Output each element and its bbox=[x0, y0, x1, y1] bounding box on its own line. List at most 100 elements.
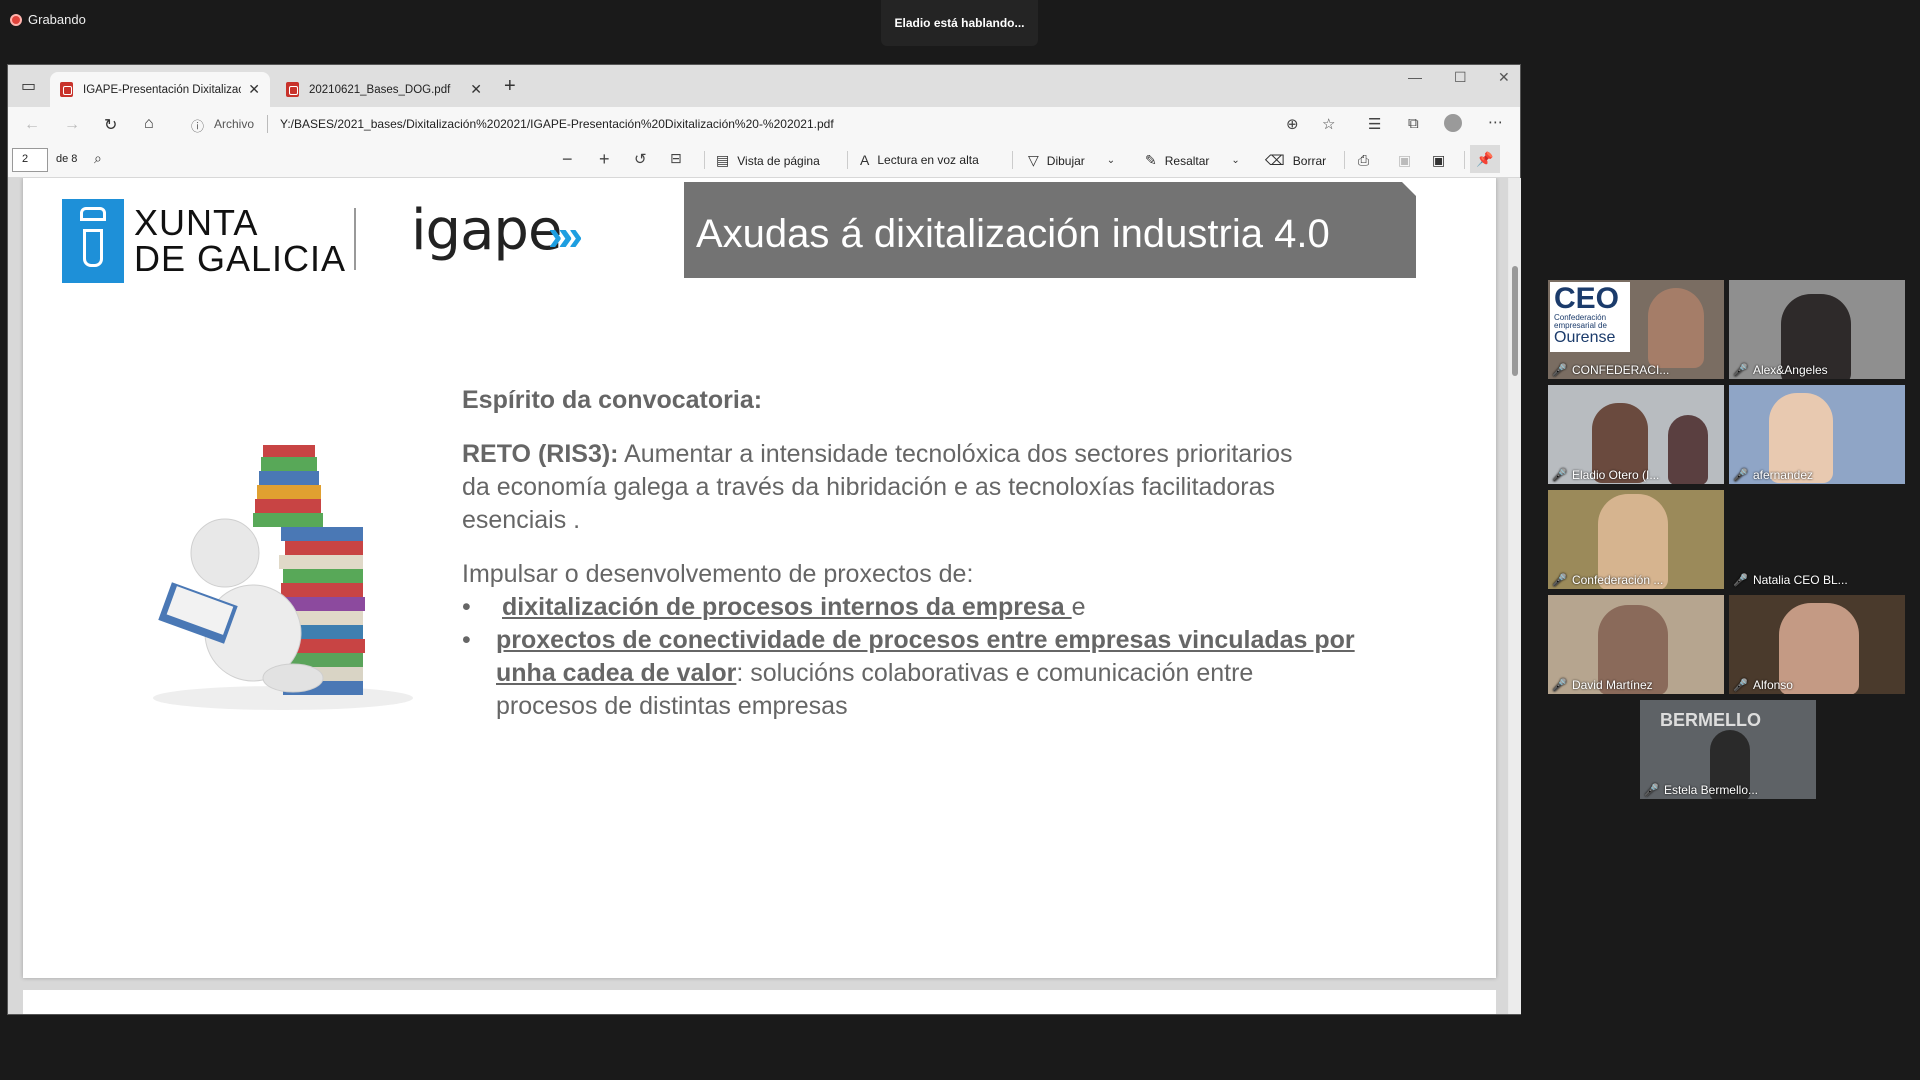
tab-bases-dog[interactable]: 20210621_Bases_DOG.pdf ✕ bbox=[276, 72, 492, 107]
rotate-icon[interactable]: ↺ bbox=[634, 150, 647, 168]
highlight-button[interactable]: ✎ Resaltar ⌄ bbox=[1145, 152, 1240, 169]
pdf-icon bbox=[60, 82, 73, 97]
favorites-icon[interactable]: ☰ bbox=[1368, 115, 1381, 133]
muted-mic-icon: 🎤 bbox=[1552, 573, 1567, 587]
page-view-icon: ▤ bbox=[716, 152, 730, 168]
collections-icon[interactable]: ⧉ bbox=[1408, 115, 1419, 132]
draw-label: Dibujar bbox=[1046, 153, 1085, 168]
pdf-icon bbox=[286, 82, 299, 97]
impulsar-text: Impulsar o desenvolvemento de proxectos … bbox=[462, 560, 974, 588]
tab-actions-icon[interactable]: ▭ bbox=[21, 76, 36, 96]
draw-button[interactable]: ▽ Dibujar ⌄ bbox=[1028, 152, 1115, 169]
participant-name-label: Estela Bermello... bbox=[1663, 783, 1758, 797]
participant-name: 🎤 Confederación ... bbox=[1552, 573, 1663, 587]
fit-page-icon[interactable]: ⊟ bbox=[670, 150, 682, 167]
read-aloud-icon: A bbox=[860, 152, 870, 168]
site-info-label[interactable]: Archivo bbox=[214, 117, 254, 131]
divider bbox=[847, 151, 848, 169]
reto-text: da economía galega a través da hibridaci… bbox=[462, 473, 1276, 501]
page-view-label: Vista de página bbox=[737, 153, 820, 168]
ceo-logo: CEO Confederación empresarial de Ourense bbox=[1550, 282, 1630, 352]
zoom-out-icon[interactable]: − bbox=[562, 149, 573, 170]
participant-tile[interactable]: 🎤 afernandez bbox=[1729, 385, 1905, 484]
maximize-icon[interactable]: ☐ bbox=[1454, 69, 1467, 86]
close-tab-icon[interactable]: ✕ bbox=[248, 81, 260, 98]
participant-tile[interactable]: BERMELLO 🎤 Estela Bermello... bbox=[1640, 700, 1816, 799]
pdf-viewport: XUNTA DE GALICIA igape »» Axudas á dixit… bbox=[8, 178, 1508, 1014]
back-icon[interactable]: ← bbox=[24, 116, 40, 134]
ceo-logo-line: Ourense bbox=[1554, 329, 1616, 346]
recording-label: Grabando bbox=[28, 12, 86, 27]
muted-mic-icon: 🎤 bbox=[1552, 363, 1567, 377]
zoom-icon[interactable]: ⊕ bbox=[1286, 115, 1299, 133]
bullet-bold-text: proxectos de conectividade de procesos e… bbox=[496, 626, 1355, 654]
muted-mic-icon: 🎤 bbox=[1733, 678, 1748, 692]
muted-mic-icon: 🎤 bbox=[1733, 363, 1748, 377]
muted-mic-icon: 🎤 bbox=[1552, 468, 1567, 482]
reto-text: Aumentar a intensidade tecnolóxica dos s… bbox=[618, 440, 1293, 468]
participant-name-label: afernandez bbox=[1752, 468, 1813, 482]
forward-icon[interactable]: → bbox=[64, 116, 80, 134]
scrollbar-thumb[interactable] bbox=[1512, 266, 1518, 376]
slide-title-banner: Axudas á dixitalización industria 4.0 bbox=[684, 182, 1416, 278]
save-as-icon[interactable]: ▣ bbox=[1432, 152, 1445, 169]
bullet-text: : solucións colaborativas e comunicación… bbox=[736, 659, 1254, 687]
more-icon[interactable]: ⋯ bbox=[1488, 113, 1503, 131]
participant-name: 🎤 David Martínez bbox=[1552, 678, 1653, 692]
participant-name-label: Confederación ... bbox=[1571, 573, 1664, 587]
chevron-down-icon[interactable]: ⌄ bbox=[1107, 155, 1115, 166]
read-aloud-button[interactable]: A Lectura en voz alta bbox=[860, 152, 979, 168]
participant-name-label: Alex&Angeles bbox=[1752, 363, 1828, 377]
erase-button[interactable]: ⌫ Borrar bbox=[1265, 152, 1326, 169]
participant-name-label: CONFEDERACI... bbox=[1571, 363, 1670, 377]
participant-tile[interactable]: 🎤 Alex&Angeles bbox=[1729, 280, 1905, 379]
page-count: de 8 bbox=[56, 153, 78, 165]
pin-toolbar-icon[interactable]: 📌 bbox=[1470, 145, 1500, 173]
print-icon[interactable]: ⎙ bbox=[1358, 152, 1369, 169]
info-icon[interactable]: ⓘ bbox=[191, 116, 204, 135]
url-field[interactable]: Y:/BASES/2021_bases/Dixitalización%20202… bbox=[280, 117, 834, 131]
igape-logo: igape bbox=[411, 198, 562, 263]
zoom-in-icon[interactable]: + bbox=[599, 149, 610, 170]
bermello-logo: BERMELLO bbox=[1660, 710, 1761, 730]
close-tab-icon[interactable]: ✕ bbox=[470, 81, 482, 98]
bullet-icon: • bbox=[462, 626, 471, 654]
active-speaker-text: Eladio está hablando... bbox=[894, 16, 1025, 30]
pdf-scrollbar[interactable] bbox=[1509, 178, 1521, 1014]
minimize-icon[interactable]: — bbox=[1408, 69, 1422, 85]
save-icon[interactable]: ▣ bbox=[1398, 152, 1411, 169]
bullet-continuation: unha cadea de valor: solucións colaborat… bbox=[496, 657, 1253, 690]
reto-line: RETO (RIS3): Aumentar a intensidade tecn… bbox=[462, 438, 1292, 471]
bullet-text: procesos de distintas empresas bbox=[496, 692, 848, 720]
xunta-logo-text: XUNTA DE GALICIA bbox=[134, 205, 346, 277]
participant-tile[interactable]: 🎤 Eladio Otero (I... bbox=[1548, 385, 1724, 484]
draw-icon: ▽ bbox=[1028, 152, 1039, 168]
pdf-toolbar: 2 de 8 ⌕ − + ↺ ⊟ ▤ Vista de página A Lectu… bbox=[8, 143, 1520, 178]
participant-name-label: Eladio Otero (I... bbox=[1571, 468, 1660, 482]
tab-label: IGAPE-Presentación Dixitalización bbox=[83, 83, 241, 96]
add-favorite-icon[interactable]: ☆ bbox=[1322, 115, 1335, 133]
participant-tile[interactable]: 🎤 David Martínez bbox=[1548, 595, 1724, 694]
home-icon[interactable]: ⌂ bbox=[144, 115, 154, 133]
participant-tile[interactable]: 🎤 Confederación ... bbox=[1548, 490, 1724, 589]
participant-tile[interactable]: CEO Confederación empresarial de Ourense… bbox=[1548, 280, 1724, 379]
xunta-logo-line: DE GALICIA bbox=[134, 238, 347, 279]
new-tab-button[interactable]: + bbox=[504, 75, 516, 98]
participant-tile[interactable]: 🎤 Natalia CEO BL... bbox=[1729, 490, 1905, 589]
search-icon[interactable]: ⌕ bbox=[94, 150, 102, 167]
tab-igape-presentation[interactable]: IGAPE-Presentación Dixitalización ✕ bbox=[50, 72, 270, 107]
divider bbox=[1464, 151, 1465, 169]
chevron-down-icon[interactable]: ⌄ bbox=[1231, 155, 1239, 166]
read-aloud-label: Lectura en voz alta bbox=[877, 153, 979, 167]
page-number-input[interactable]: 2 bbox=[12, 148, 48, 172]
refresh-icon[interactable]: ↻ bbox=[104, 115, 117, 135]
divider bbox=[267, 115, 268, 133]
participant-tile[interactable]: 🎤 Alfonso bbox=[1729, 595, 1905, 694]
muted-mic-icon: 🎤 bbox=[1552, 678, 1567, 692]
page-view-button[interactable]: ▤ Vista de página bbox=[716, 152, 820, 169]
slide-title: Axudas á dixitalización industria 4.0 bbox=[696, 212, 1330, 256]
close-window-icon[interactable]: ✕ bbox=[1498, 69, 1510, 86]
profile-avatar[interactable] bbox=[1444, 114, 1462, 132]
participant-name-label: Alfonso bbox=[1752, 678, 1793, 692]
pdf-page: XUNTA DE GALICIA igape »» Axudas á dixit… bbox=[23, 178, 1496, 978]
